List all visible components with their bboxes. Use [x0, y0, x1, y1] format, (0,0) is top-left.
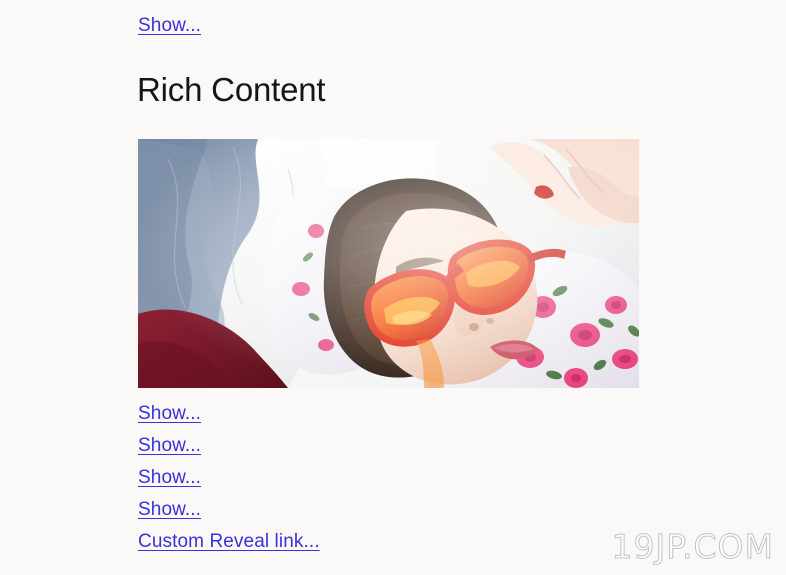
page-root: Show... Rich Content Show... Show... Sho…	[0, 0, 786, 575]
page-title: Rich Content	[137, 71, 326, 108]
rich-content-image	[138, 139, 639, 388]
custom-reveal-link[interactable]: Custom Reveal link...	[138, 531, 320, 553]
reveal-link-3[interactable]: Show...	[138, 467, 201, 489]
reveal-link-top[interactable]: Show...	[138, 15, 201, 37]
reveal-link-1[interactable]: Show...	[138, 403, 201, 425]
watermark: 19JP.COM	[611, 527, 774, 567]
reveal-link-4[interactable]: Show...	[138, 499, 201, 521]
reveal-link-2[interactable]: Show...	[138, 435, 201, 457]
photo-illustration	[138, 139, 639, 388]
